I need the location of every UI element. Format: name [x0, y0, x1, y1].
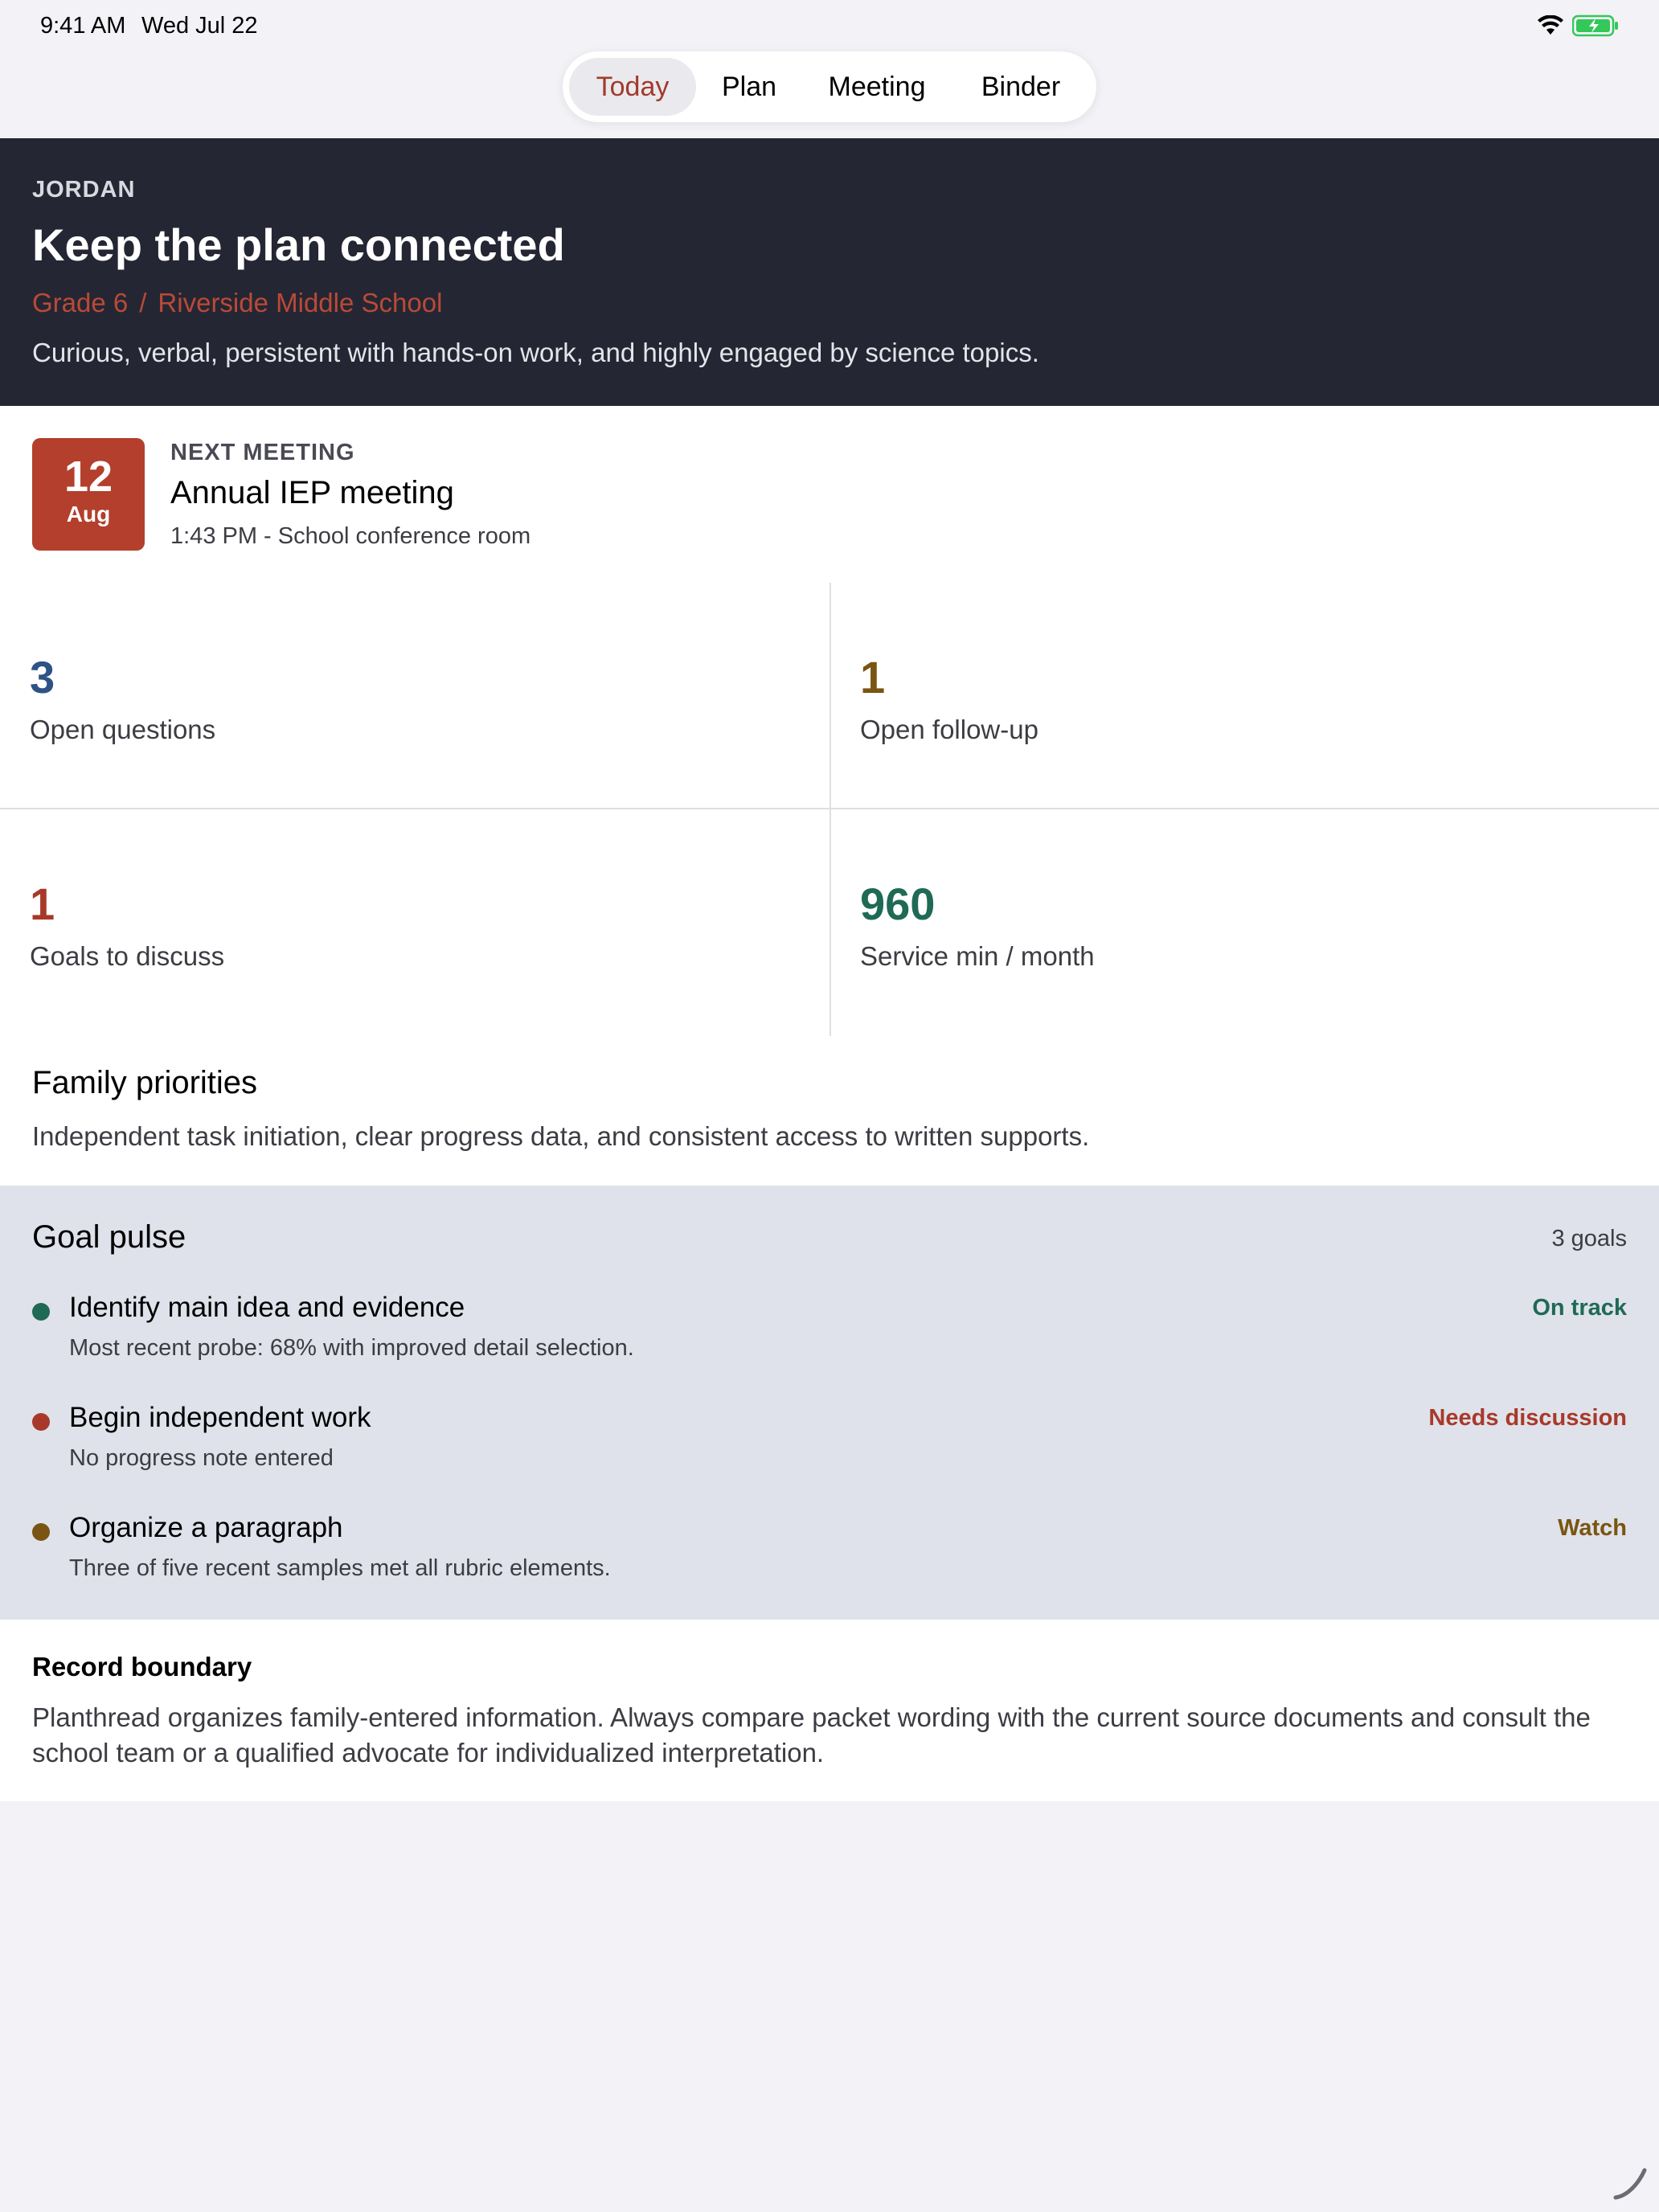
tab-bar: Today Plan Meeting Binder [563, 51, 1096, 122]
meeting-month: Aug [66, 502, 111, 526]
status-dot-icon [32, 1413, 50, 1431]
status-bar: 9:41 AM Wed Jul 22 [0, 0, 1659, 51]
status-time: 9:41 AM [40, 13, 126, 39]
meeting-date-badge: 12 Aug [32, 438, 145, 551]
record-boundary-text: Planthread organizes family-entered info… [32, 1702, 1591, 1768]
goal-name: Organize a paragraph [69, 1512, 343, 1543]
goal-status: Needs discussion [1428, 1405, 1627, 1431]
goal-pulse-title: Goal pulse [32, 1219, 186, 1255]
goal-note: Three of five recent samples met all rub… [69, 1555, 611, 1581]
stat-value: 960 [860, 879, 936, 929]
stat-open-follow-up[interactable]: 1 Open follow-up [860, 652, 1038, 745]
battery-icon [1571, 14, 1619, 41]
next-meeting-title[interactable]: Annual IEP meeting [170, 475, 454, 511]
record-boundary-section: Record boundary Planthread organizes fam… [0, 1620, 1659, 1801]
stat-value: 3 [30, 652, 55, 703]
status-dot-icon [32, 1523, 50, 1541]
goal-note: No progress note entered [69, 1445, 334, 1471]
status-dot-icon [32, 1303, 50, 1321]
stat-label: Open follow-up [860, 715, 1038, 744]
next-meeting-label: NEXT MEETING [170, 440, 355, 465]
today-content: 12 Aug NEXT MEETING Annual IEP meeting 1… [0, 406, 1659, 1186]
stat-value: 1 [30, 879, 55, 929]
wifi-icon [1537, 14, 1564, 40]
next-meeting-detail: 1:43 PM - School conference room [170, 523, 531, 549]
stat-label: Open questions [30, 715, 216, 744]
family-priorities-text: Independent task initiation, clear progr… [32, 1121, 1090, 1151]
goal-item[interactable]: Organize a paragraph Three of five recen… [0, 1512, 1659, 1608]
stats-grid: 3 Open questions 1 Open follow-up 1 Goal… [0, 583, 1659, 1036]
meeting-day: 12 [63, 453, 113, 501]
tab-today[interactable]: Today [569, 58, 696, 116]
student-header: JORDAN Keep the plan connected Grade 6 / R… [0, 138, 1659, 406]
goal-name: Identify main idea and evidence [69, 1292, 465, 1323]
pencil-scribble-icon[interactable] [1611, 2164, 1649, 2206]
record-boundary-title: Record boundary [32, 1652, 252, 1682]
student-description: Curious, verbal, persistent with hands-o… [32, 338, 1039, 367]
goal-status: On track [1532, 1295, 1627, 1321]
stat-label: Service min / month [860, 941, 1095, 971]
goal-status: Watch [1558, 1515, 1627, 1541]
tab-meeting[interactable]: Meeting [802, 58, 952, 116]
separator: / [139, 288, 147, 317]
tab-binder[interactable]: Binder [952, 58, 1090, 116]
goal-note: Most recent probe: 68% with improved det… [69, 1335, 634, 1361]
goal-name: Begin independent work [69, 1402, 371, 1433]
tab-plan[interactable]: Plan [696, 58, 802, 116]
family-priorities-title: Family priorities [32, 1065, 258, 1100]
student-grade: Grade 6 [32, 288, 129, 317]
goal-item[interactable]: Identify main idea and evidence Most rec… [0, 1292, 1659, 1388]
goal-item[interactable]: Begin independent work No progress note … [0, 1402, 1659, 1498]
stat-service-minutes[interactable]: 960 Service min / month [860, 879, 1095, 972]
stat-open-questions[interactable]: 3 Open questions [30, 652, 215, 745]
status-date: Wed Jul 22 [141, 13, 258, 39]
goal-pulse-section: Goal pulse 3 goals Identify main idea an… [0, 1186, 1659, 1620]
student-school: Riverside Middle School [158, 288, 443, 317]
student-name: JORDAN [32, 177, 136, 203]
stats-divider-vertical [830, 583, 831, 1036]
stats-divider-horizontal [0, 808, 1659, 809]
stat-label: Goals to discuss [30, 941, 225, 971]
stat-value: 1 [860, 652, 886, 703]
stat-goals-to-discuss[interactable]: 1 Goals to discuss [30, 879, 224, 972]
page-title: Keep the plan connected [32, 219, 565, 270]
goal-count: 3 goals [1551, 1226, 1627, 1251]
student-school-line: Grade 6 / Riverside Middle School [32, 288, 442, 318]
status-icons [1537, 14, 1619, 41]
